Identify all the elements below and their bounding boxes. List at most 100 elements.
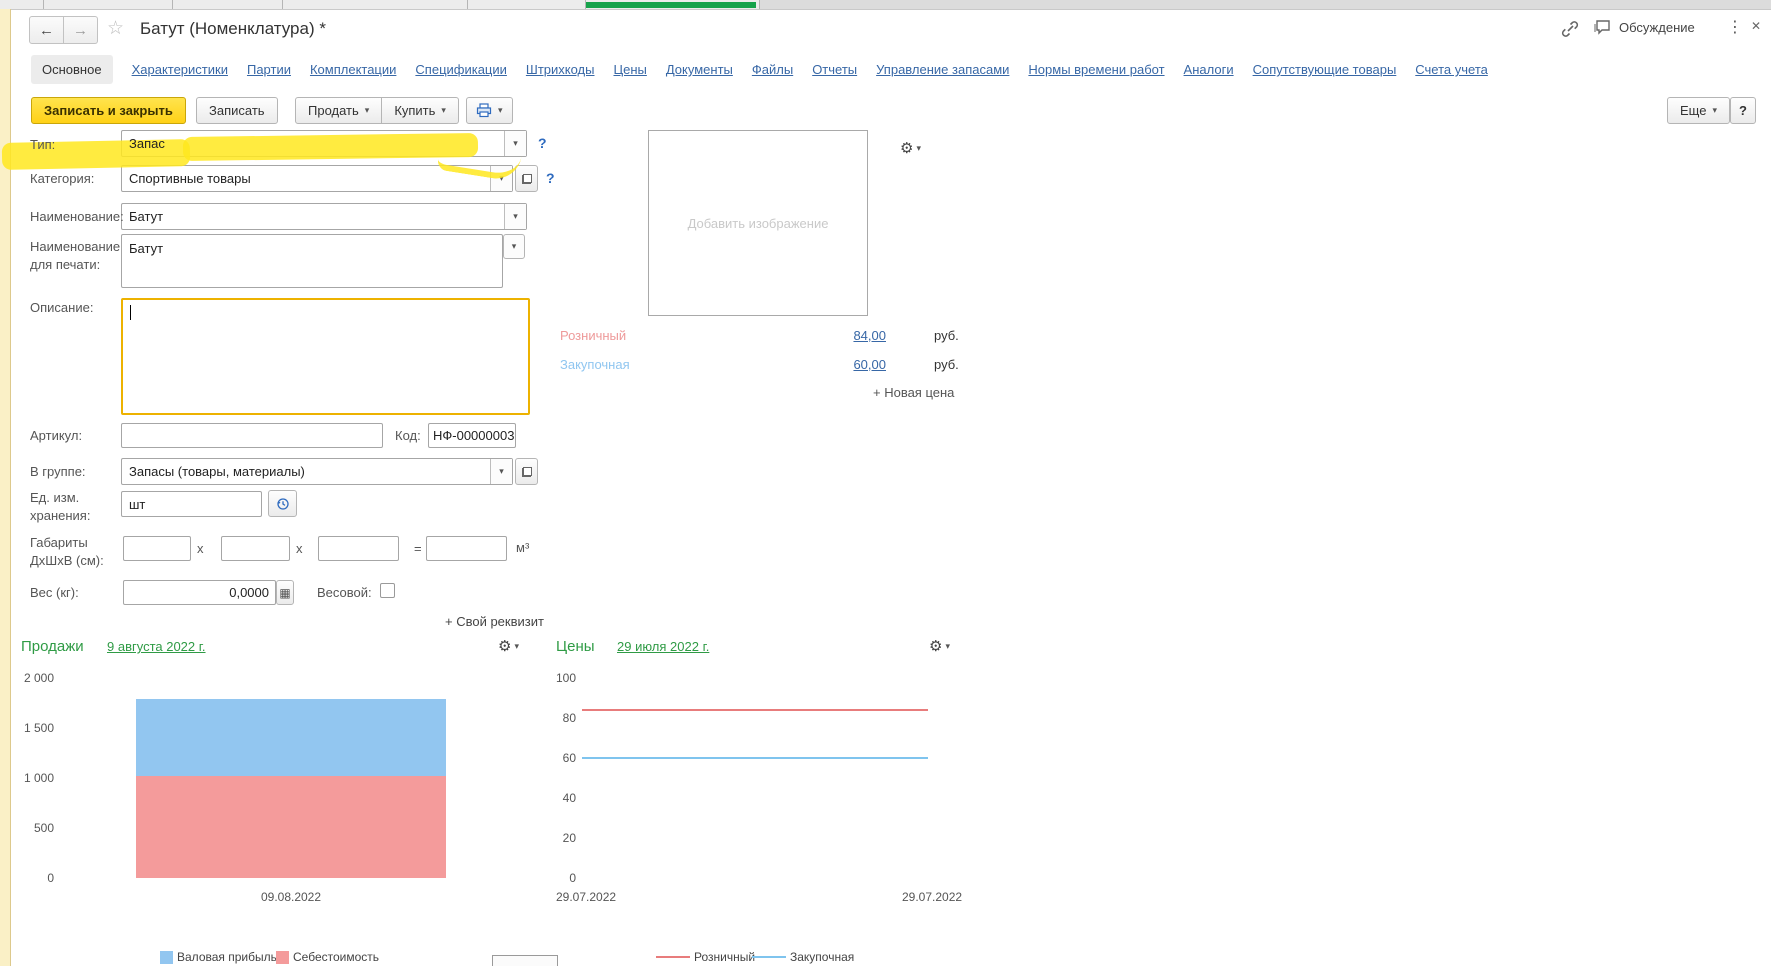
tab-scheta-ucheta[interactable]: Счета учета bbox=[1415, 62, 1488, 77]
unit-history-button[interactable] bbox=[268, 490, 297, 517]
retail-price-link[interactable]: 84,00 bbox=[853, 328, 886, 343]
prices-chart-date-link[interactable]: 29 июля 2022 г. bbox=[617, 639, 709, 654]
gear-icon: ⚙ bbox=[498, 638, 512, 655]
print-name-dropdown-button[interactable]: ▾ bbox=[503, 234, 525, 259]
type-help-icon[interactable]: ? bbox=[538, 135, 547, 151]
legend-label: Валовая прибыль bbox=[177, 950, 277, 964]
dimension-height-field[interactable] bbox=[318, 536, 399, 561]
sku-field[interactable] bbox=[121, 423, 383, 448]
weight-field[interactable]: 0,0000 bbox=[123, 580, 276, 605]
print-button[interactable]: ▾ bbox=[466, 97, 513, 124]
category-open-button[interactable] bbox=[515, 165, 538, 192]
sales-chart-date-link[interactable]: 9 августа 2022 г. bbox=[107, 639, 206, 654]
unit-field[interactable]: шт bbox=[121, 491, 262, 517]
chevron-down-icon: ▾ bbox=[513, 138, 518, 148]
tab-fajly[interactable]: Файлы bbox=[752, 62, 793, 77]
gear-icon: ⚙ bbox=[900, 140, 914, 157]
code-label: Код: bbox=[395, 428, 421, 443]
browser-tab-strip bbox=[0, 0, 1771, 10]
tab-osnovnoe[interactable]: Основное bbox=[31, 55, 113, 84]
more-menu-dots-icon[interactable]: ⋮ bbox=[1727, 17, 1743, 37]
tab-soputstvuyushchie[interactable]: Сопутствующие товары bbox=[1253, 62, 1397, 77]
sell-button[interactable]: Продать ▾ bbox=[295, 97, 383, 124]
dropdown-icon[interactable]: ▾ bbox=[504, 204, 526, 229]
tab-komplektacii[interactable]: Комплектации bbox=[310, 62, 396, 77]
weight-label: Вес (кг): bbox=[30, 585, 79, 600]
description-textarea[interactable] bbox=[121, 298, 530, 415]
prices-legend-item-retail: Розничный bbox=[656, 950, 755, 964]
retail-price-value[interactable]: 84,00 bbox=[820, 328, 886, 343]
save-button[interactable]: Записать bbox=[196, 97, 278, 124]
tab-strip-filler bbox=[759, 0, 1771, 9]
legend-line-blue bbox=[752, 956, 786, 958]
save-and-close-button[interactable]: Записать и закрыть bbox=[31, 97, 186, 124]
copy-link-icon[interactable] bbox=[1560, 19, 1580, 39]
text-cursor bbox=[130, 305, 131, 320]
calculator-button[interactable]: ▦ bbox=[276, 580, 294, 605]
code-field[interactable]: НФ-00000003 bbox=[428, 423, 516, 448]
sales-chart-settings-button[interactable]: ⚙ ▾ bbox=[498, 637, 519, 655]
add-custom-attribute-link[interactable]: + Свой реквизит bbox=[445, 614, 544, 629]
sales-legend-item-gross: Валовая прибыль bbox=[160, 950, 277, 964]
tab-shtrihkody[interactable]: Штрихкоды bbox=[526, 62, 595, 77]
print-name-field[interactable]: Батут bbox=[121, 234, 503, 288]
dimensions-x-separator: x bbox=[197, 541, 204, 556]
more-actions-button[interactable]: Еще ▾ bbox=[1667, 97, 1730, 124]
purchase-price-label: Закупочная bbox=[560, 357, 630, 372]
prices-ytick: 60 bbox=[562, 751, 576, 765]
group-field[interactable]: Запасы (товары, материалы) ▾ bbox=[121, 458, 513, 485]
tab-otchety[interactable]: Отчеты bbox=[812, 62, 857, 77]
chevron-down-icon: ▾ bbox=[441, 105, 446, 115]
close-window-button[interactable]: ✕ bbox=[1751, 19, 1761, 33]
save-and-close-label: Записать и закрыть bbox=[44, 103, 173, 118]
chevron-down-icon: ▾ bbox=[945, 640, 950, 651]
sales-ytick: 2 000 bbox=[23, 671, 54, 685]
favorite-star-icon[interactable]: ☆ bbox=[107, 19, 124, 38]
category-value: Спортивные товары bbox=[129, 171, 251, 186]
weighted-checkbox[interactable] bbox=[380, 583, 395, 598]
retail-price-label: Розничный bbox=[560, 328, 627, 343]
tab-normy-vremeni-rabot[interactable]: Нормы времени работ bbox=[1028, 62, 1164, 77]
highlight-marker-stroke bbox=[182, 132, 479, 162]
dimension-length-field[interactable] bbox=[123, 536, 191, 561]
category-label: Категория: bbox=[30, 171, 95, 186]
save-label: Записать bbox=[209, 103, 265, 118]
forward-button[interactable]: → bbox=[64, 16, 98, 44]
dimension-width-field[interactable] bbox=[221, 536, 290, 561]
dimension-volume-field[interactable] bbox=[426, 536, 507, 561]
product-image-dropzone[interactable]: Добавить изображение bbox=[648, 130, 868, 316]
tab-analogi[interactable]: Аналоги bbox=[1184, 62, 1234, 77]
prices-chart-title: Цены bbox=[556, 638, 595, 655]
purchase-price-value[interactable]: 60,00 bbox=[820, 357, 886, 372]
legend-swatch-pink bbox=[276, 950, 289, 964]
name-field[interactable]: Батут ▾ bbox=[121, 203, 527, 230]
tab-partii[interactable]: Партии bbox=[247, 62, 291, 77]
back-button[interactable]: ← bbox=[29, 16, 64, 44]
sales-xlabel: 09.08.2022 bbox=[260, 890, 322, 904]
tab-separator bbox=[43, 0, 44, 9]
add-new-price-link[interactable]: + Новая цена bbox=[873, 385, 954, 400]
tab-specifikacii[interactable]: Спецификации bbox=[415, 62, 507, 77]
category-help-icon[interactable]: ? bbox=[546, 170, 555, 186]
buy-label: Купить bbox=[394, 103, 436, 118]
help-button[interactable]: ? bbox=[1730, 97, 1756, 124]
prices-chart-settings-button[interactable]: ⚙ ▾ bbox=[929, 637, 950, 655]
sales-ytick: 0 bbox=[47, 871, 54, 885]
dropdown-icon[interactable]: ▾ bbox=[504, 131, 526, 156]
forward-arrow-icon: → bbox=[73, 21, 88, 39]
group-open-button[interactable] bbox=[515, 458, 538, 485]
tab-upravlenie-zapasami[interactable]: Управление запасами bbox=[876, 62, 1009, 77]
clipped-bottom-button[interactable] bbox=[492, 955, 558, 966]
image-settings-button[interactable]: ⚙ ▾ bbox=[900, 139, 921, 157]
discussion-button[interactable]: Обсуждение bbox=[1592, 17, 1695, 37]
tab-harakteristiki[interactable]: Характеристики bbox=[132, 62, 228, 77]
dropdown-icon[interactable]: ▾ bbox=[490, 459, 512, 484]
tab-ceny[interactable]: Цены bbox=[613, 62, 646, 77]
tab-dokumenty[interactable]: Документы bbox=[666, 62, 733, 77]
prices-xlabel-left: 29.07.2022 bbox=[556, 890, 617, 904]
print-name-label: Наименование для печати: bbox=[30, 239, 121, 272]
prices-ytick: 40 bbox=[562, 791, 576, 805]
image-placeholder-text: Добавить изображение bbox=[687, 215, 829, 231]
buy-button[interactable]: Купить ▾ bbox=[382, 97, 459, 124]
purchase-price-link[interactable]: 60,00 bbox=[853, 357, 886, 372]
